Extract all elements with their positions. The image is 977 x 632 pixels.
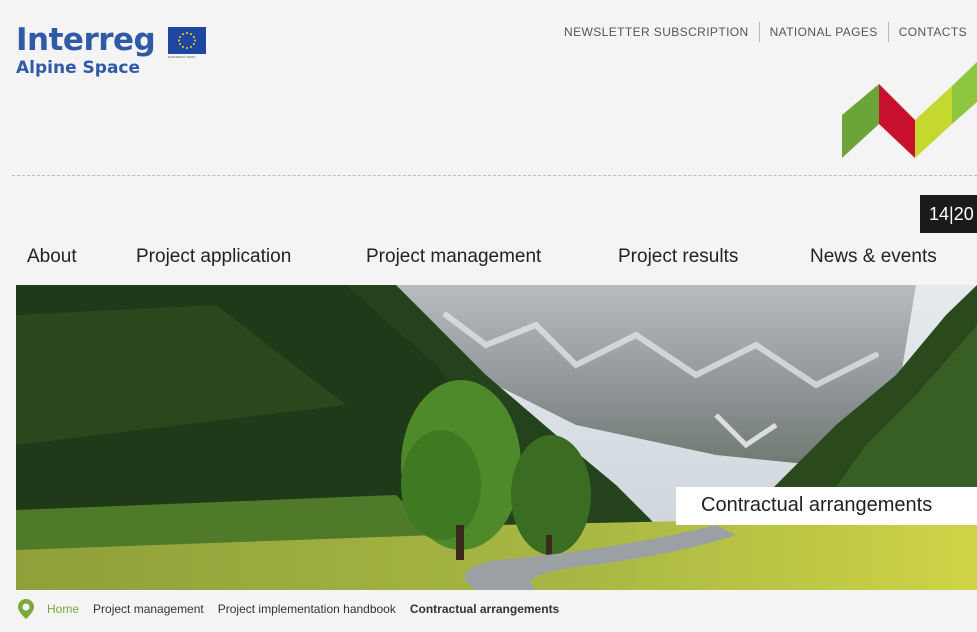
hero-caption: Contractual arrangements (676, 487, 977, 525)
nav-item-news-events[interactable]: News & events (810, 246, 937, 268)
top-links: NEWSLETTER SUBSCRIPTION NATIONAL PAGES C… (554, 22, 977, 42)
hero-image (16, 285, 977, 590)
breadcrumb-project-management-link[interactable]: Project management (93, 602, 204, 616)
eu-flag-icon (168, 27, 206, 54)
brand-shape-icon (842, 62, 977, 158)
breadcrumb-current-page: Contractual arrangements (409, 602, 560, 616)
nav-item-project-application[interactable]: Project application (136, 246, 291, 268)
newsletter-subscription-link[interactable]: NEWSLETTER SUBSCRIPTION (554, 25, 759, 39)
nav-item-project-results[interactable]: Project results (618, 246, 738, 268)
breadcrumb-home-link[interactable]: Home (47, 602, 79, 616)
location-pin-icon (18, 599, 34, 619)
nav-item-about[interactable]: About (27, 246, 77, 268)
programme-period-badge: 14|20 (920, 195, 977, 233)
nav-item-project-management[interactable]: Project management (366, 246, 541, 268)
breadcrumb: Home Project management Project implemen… (17, 598, 573, 620)
national-pages-link[interactable]: NATIONAL PAGES (760, 25, 888, 39)
eu-caption: EUROPEAN UNION (168, 55, 196, 59)
breadcrumb-handbook-link[interactable]: Project implementation handbook (218, 602, 396, 616)
header-divider (12, 175, 977, 176)
logo-subtitle: Alpine Space (16, 58, 141, 78)
contacts-link[interactable]: CONTACTS (889, 25, 977, 39)
logo-title: Interreg (16, 22, 156, 58)
